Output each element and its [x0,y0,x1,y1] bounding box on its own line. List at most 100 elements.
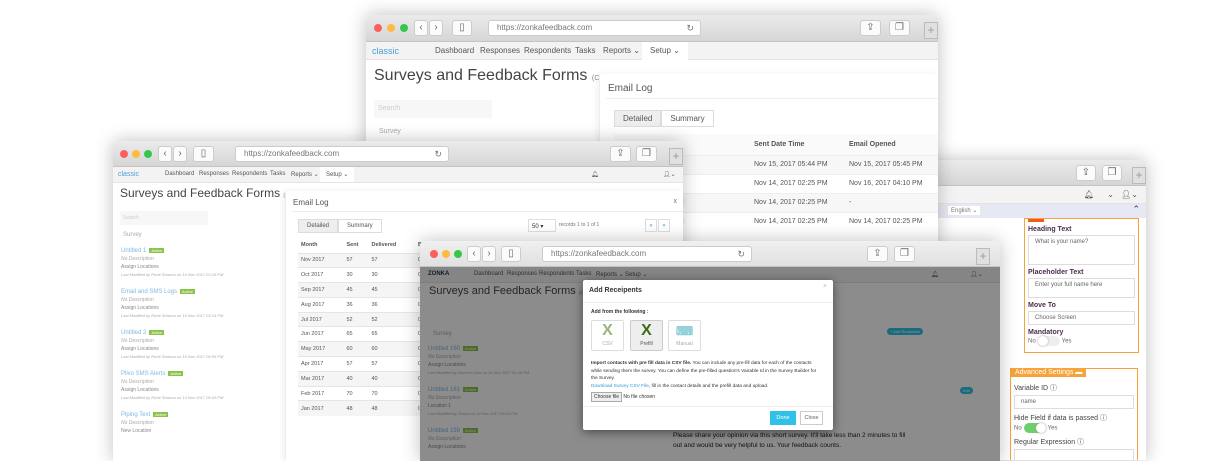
sidebar-button[interactable]: ▯ [193,146,214,162]
sidebar-button[interactable]: ▯ [452,20,472,36]
download-csv-link[interactable]: Download Survey CSV File [591,384,649,389]
survey-location[interactable]: Assign Locations [121,386,271,394]
yes-label: Yes [1047,425,1058,432]
records-info: records 1 to 1 of 1 [559,222,600,228]
forward-button[interactable]: › [482,246,496,262]
browser-toolbar: ‹ › ▯ https://zonkafeedback.com ↻ ⇪ ❐ + [366,15,938,42]
prev-page-button[interactable]: « [645,219,657,232]
done-button[interactable]: Done [770,411,796,425]
address-bar[interactable]: https://zonkafeedback.com ↻ [488,20,701,36]
tab-summary[interactable]: Summary [661,110,714,127]
share-button[interactable]: ⇪ [860,20,881,36]
table-row: Jul 201752520 [298,312,438,327]
user-icon[interactable]: 👤︎⌄ [1121,190,1138,199]
nav-reports[interactable]: Reports ⌄ [291,171,319,178]
survey-location[interactable]: Assign Locations [121,345,271,353]
choose-file-button[interactable]: Choose file [591,392,623,402]
back-button[interactable]: ‹ [467,246,481,262]
new-tab-button[interactable]: + [669,148,683,165]
csv-option[interactable]: X CSV [591,320,624,351]
placeholder-text-input[interactable]: Enter your full name here [1028,278,1135,298]
search-input[interactable]: Search [374,100,492,118]
logo[interactable]: classic [118,171,139,178]
heading-text-input[interactable]: What is your name? [1028,235,1135,265]
nav-reports[interactable]: Reports ⌄ [603,46,640,55]
sidebar-button[interactable]: ▯ [501,246,521,262]
manual-option[interactable]: ⌨ Manual [668,320,701,351]
forward-button[interactable]: › [429,20,443,36]
yes-label: Yes [1061,338,1072,345]
list-item[interactable]: Email and SMS Logs Active No Description As… [121,288,271,320]
nav-responses[interactable]: Responses [480,46,520,55]
survey-name-row: Plivo SMS Alerts Active [121,370,271,378]
survey-location[interactable]: New Location [121,427,271,435]
tab-detailed[interactable]: Detailed [298,219,339,233]
nav-setup[interactable]: Setup ⌄ [642,42,688,60]
search-input[interactable]: Search [120,211,208,225]
bell-icon[interactable]: 🔔︎ [591,171,599,178]
variable-id-input[interactable]: name [1014,395,1134,409]
nav-respondents[interactable]: Respondents [524,46,571,55]
reload-icon: ↻ [434,149,442,159]
forward-button[interactable]: › [173,146,187,162]
hide-field-toggle[interactable] [1023,423,1046,433]
nav-dashboard[interactable]: Dashboard [165,171,194,177]
logo[interactable]: classic [372,46,399,56]
survey-name[interactable]: Piping Text [121,412,150,418]
list-item[interactable]: Piping Text Active No Description New Locat… [121,411,271,435]
nav-respondents[interactable]: Respondents [232,171,267,177]
address-bar[interactable]: https://zonkafeedback.com ↻ [235,146,449,162]
new-tab-button[interactable]: + [976,248,990,265]
share-button[interactable]: ⇪ [1076,165,1096,181]
close-icon[interactable]: × [823,283,827,290]
survey-name[interactable]: Email and SMS Logs [121,289,177,295]
close-button[interactable]: x [674,198,678,205]
nav-dashboard[interactable]: Dashboard [435,46,474,55]
nav-setup[interactable]: Setup ⌄ [320,167,355,182]
advanced-settings-header[interactable]: Advanced Settings ▬ [1011,368,1087,377]
tabs-button[interactable]: ❐ [889,20,910,36]
prefill-option[interactable]: X Prefill [630,320,663,351]
chevron-down-icon[interactable]: ⌄ [1107,190,1114,199]
new-tab-button[interactable]: + [924,22,938,39]
tabs-button[interactable]: ❐ [1102,165,1122,181]
survey-location[interactable]: Assign Locations [121,263,271,271]
address-bar[interactable]: https://zonkafeedback.com ↻ [542,246,752,262]
per-page-select[interactable]: 50 ▾ [528,219,556,232]
nav-tasks[interactable]: Tasks [270,171,285,177]
user-icon[interactable]: 👤︎⌄ [663,171,676,178]
cell: Nov 2017 [301,257,325,264]
new-tab-button[interactable]: + [1132,167,1146,184]
email-log-title: Email Log [293,198,329,207]
mandatory-toggle[interactable] [1037,336,1060,346]
list-item[interactable]: Untitled 1 Active No Description Assign Loc… [121,247,271,279]
list-item[interactable]: Untitled 2 Active No Description Assign Loc… [121,329,271,361]
page-title: Surveys and Feedback Forms (Create a [374,67,622,84]
survey-name[interactable]: Untitled 2 [121,330,146,336]
tab-detailed[interactable]: Detailed [614,110,662,127]
bell-icon[interactable]: 🔔︎ [1084,190,1094,199]
move-to-select[interactable]: Choose Screen [1028,311,1135,325]
survey-location[interactable]: Assign Locations [121,304,271,312]
language-select[interactable]: English ⌄ [948,206,981,215]
share-button[interactable]: ⇪ [867,246,888,262]
nav-responses[interactable]: Responses [199,171,229,177]
list-item[interactable]: Plivo SMS Alerts Active No Description Assi… [121,370,271,402]
cell: Apr 2017 [301,360,324,367]
reload-icon: ↻ [686,23,694,33]
table-row: Oct 201730300 [298,267,438,283]
tabs-button[interactable]: ❐ [894,246,915,262]
survey-name[interactable]: Untitled 1 [121,248,146,254]
back-button[interactable]: ‹ [158,146,172,162]
collapse-icon[interactable]: ⌃ [1132,204,1140,215]
nav-tasks[interactable]: Tasks [575,46,595,55]
back-button[interactable]: ‹ [414,20,428,36]
next-page-button[interactable]: » [658,219,670,232]
survey-name[interactable]: Plivo SMS Alerts [121,371,165,377]
tabs-button[interactable]: ❐ [636,146,657,162]
regex-input[interactable] [1014,449,1134,460]
share-button[interactable]: ⇪ [610,146,631,162]
tab-summary[interactable]: Summary [338,219,382,233]
survey-name-row: Untitled 2 Active [121,329,271,337]
close-button[interactable]: Close [800,411,823,425]
